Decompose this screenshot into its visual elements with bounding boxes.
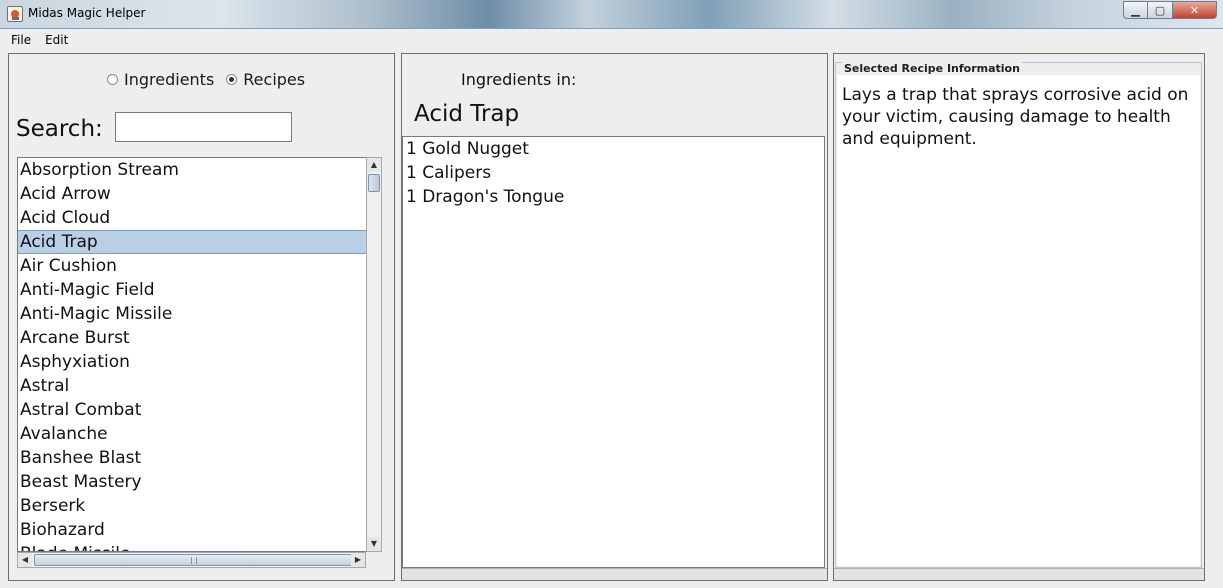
right-panel: Selected Recipe Information Lays a trap … (833, 53, 1205, 581)
java-app-icon[interactable] (7, 6, 23, 22)
ingredient-item[interactable]: 1 Dragon's Tongue (403, 185, 824, 209)
scroll-down-arrow-icon[interactable]: ▼ (367, 537, 381, 551)
search-input[interactable] (115, 112, 292, 142)
scroll-left-arrow-icon[interactable]: ◀ (18, 553, 32, 567)
list-item[interactable]: Beast Mastery (18, 470, 380, 494)
radio-recipes-label[interactable]: Recipes (243, 70, 305, 89)
list-item[interactable]: Air Cushion (18, 254, 380, 278)
radio-ingredients-label[interactable]: Ingredients (124, 70, 214, 89)
ingredient-list[interactable]: 1 Gold Nugget 1 Calipers 1 Dragon's Tongue (402, 136, 825, 568)
ingredient-item[interactable]: 1 Gold Nugget (403, 137, 824, 161)
radio-recipes[interactable] (226, 74, 238, 85)
list-vertical-scrollbar[interactable]: ▲ ▼ (366, 157, 382, 552)
list-item[interactable]: Arcane Burst (18, 326, 380, 350)
selected-recipe-name: Acid Trap (414, 101, 520, 127)
list-item[interactable]: Acid Arrow (18, 182, 380, 206)
horizontal-scroll-thumb[interactable] (34, 554, 353, 566)
menu-bar: File Edit (0, 29, 1223, 50)
list-item[interactable]: Astral (18, 374, 380, 398)
list-item[interactable]: Acid Trap (18, 230, 380, 254)
recipe-description[interactable]: Lays a trap that sprays corrosive acid o… (837, 75, 1200, 566)
left-panel: Ingredients Recipes Search: Absorption S… (8, 53, 395, 581)
list-item[interactable]: Anti-Magic Field (18, 278, 380, 302)
menu-file[interactable]: File (11, 33, 31, 47)
list-item[interactable]: Anti-Magic Missile (18, 302, 380, 326)
list-item[interactable]: Acid Cloud (18, 206, 380, 230)
list-item[interactable]: Astral Combat (18, 398, 380, 422)
recipe-info-title: Selected Recipe Information (842, 62, 1022, 75)
search-label: Search: (16, 116, 103, 142)
scroll-up-arrow-icon[interactable]: ▲ (367, 158, 381, 172)
list-item[interactable]: Banshee Blast (18, 446, 380, 470)
recipe-info-group: Selected Recipe Information Lays a trap … (835, 62, 1202, 568)
close-button[interactable]: ✕ (1173, 1, 1217, 19)
window-title: Midas Magic Helper (28, 6, 146, 20)
list-item[interactable]: Biohazard (18, 518, 380, 542)
list-item[interactable]: Blade Missile (18, 542, 380, 551)
minimize-button[interactable]: ▁ (1123, 1, 1148, 19)
vertical-scroll-thumb[interactable] (368, 174, 380, 192)
list-item[interactable]: Asphyxiation (18, 350, 380, 374)
list-item[interactable]: Avalanche (18, 422, 380, 446)
middle-bottom-strip (402, 568, 827, 580)
radio-ingredients[interactable] (107, 74, 118, 85)
menu-edit[interactable]: Edit (45, 33, 68, 47)
ingredient-item[interactable]: 1 Calipers (403, 161, 824, 185)
middle-panel: Ingredients in: Acid Trap 1 Gold Nugget 1… (401, 53, 828, 581)
maximize-button[interactable]: ▢ (1148, 1, 1173, 19)
scroll-right-arrow-icon[interactable]: ▶ (351, 553, 365, 567)
ingredients-in-heading: Ingredients in: (461, 70, 577, 89)
title-bar: Midas Magic Helper ▁ ▢ ✕ (0, 0, 1223, 29)
right-bottom-strip (834, 568, 1204, 580)
list-item[interactable]: Berserk (18, 494, 380, 518)
recipe-list[interactable]: Absorption Stream Acid Arrow Acid Cloud Aci… (17, 157, 381, 552)
list-item[interactable]: Absorption Stream (18, 158, 380, 182)
list-horizontal-scrollbar[interactable]: ◀ ▶ (17, 552, 366, 568)
window-controls: ▁ ▢ ✕ (1123, 1, 1217, 20)
mode-radio-group: Ingredients Recipes (107, 70, 317, 89)
